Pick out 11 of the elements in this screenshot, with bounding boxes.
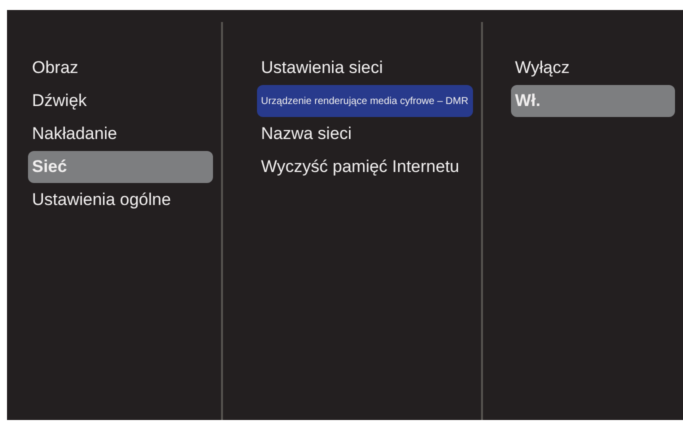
menu-item[interactable]: Wyczyść pamięć Internetu — [257, 151, 473, 183]
menu-item[interactable]: Ustawienia sieci — [257, 52, 473, 84]
menu-item[interactable]: Nazwa sieci — [257, 118, 473, 150]
menu-item[interactable]: Urządzenie renderujące media cyfrowe – DMR — [257, 85, 473, 117]
menu-item[interactable]: Nakładanie — [28, 118, 213, 150]
menu-item[interactable]: Ustawienia ogólne — [28, 184, 213, 216]
menu-item[interactable]: Wyłącz — [511, 52, 675, 84]
menu-item[interactable]: Sieć — [28, 151, 213, 183]
menu-item[interactable]: Obraz — [28, 52, 213, 84]
menu-item[interactable]: Wł. — [511, 85, 675, 117]
menu-item[interactable]: Dźwięk — [28, 85, 213, 117]
